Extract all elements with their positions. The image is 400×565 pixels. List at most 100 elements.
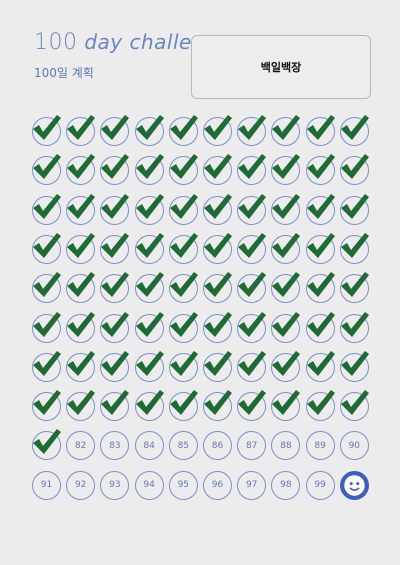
- day-cell-checked[interactable]: [339, 193, 369, 225]
- day-cell-checked[interactable]: [305, 193, 335, 225]
- day-cell-checked[interactable]: [339, 350, 369, 382]
- goal-box[interactable]: 백일백장: [191, 35, 371, 99]
- day-cell-checked[interactable]: [237, 115, 267, 146]
- day-cell-checked[interactable]: [32, 154, 61, 186]
- day-cell[interactable]: 86: [203, 431, 232, 461]
- day-cell-checked[interactable]: [32, 115, 61, 146]
- day-cell-checked[interactable]: [66, 390, 96, 422]
- day-cell[interactable]: 93: [100, 470, 130, 500]
- day-cell-checked[interactable]: [339, 232, 369, 264]
- day-cell-checked[interactable]: [168, 272, 198, 304]
- day-cell-checked[interactable]: [271, 390, 301, 422]
- day-cell-checked[interactable]: [271, 272, 301, 304]
- day-cell[interactable]: 87: [237, 431, 267, 461]
- day-cell-checked[interactable]: [32, 350, 61, 382]
- day-cell-checked[interactable]: [66, 154, 96, 186]
- day-cell-checked[interactable]: [203, 390, 232, 422]
- day-cell-checked[interactable]: [100, 390, 130, 422]
- day-cell-checked[interactable]: [305, 390, 335, 422]
- day-cell-checked[interactable]: [305, 232, 335, 264]
- day-cell-checked[interactable]: [66, 193, 96, 225]
- day-cell[interactable]: 99: [305, 470, 335, 500]
- day-cell-checked[interactable]: [271, 311, 301, 343]
- day-cell-checked[interactable]: [134, 390, 164, 422]
- day-cell-final[interactable]: [339, 470, 369, 500]
- day-cell[interactable]: 96: [203, 470, 232, 500]
- day-cell-checked[interactable]: [134, 232, 164, 264]
- day-cell[interactable]: 83: [100, 431, 130, 461]
- day-cell-checked[interactable]: [237, 272, 267, 304]
- day-cell-checked[interactable]: [32, 232, 61, 264]
- day-cell-checked[interactable]: [168, 311, 198, 343]
- day-cell[interactable]: 97: [237, 470, 267, 500]
- day-cell-checked[interactable]: [203, 350, 232, 382]
- day-cell-checked[interactable]: [134, 193, 164, 225]
- day-cell[interactable]: 88: [271, 431, 301, 461]
- day-cell-checked[interactable]: [134, 350, 164, 382]
- day-cell-checked[interactable]: [168, 350, 198, 382]
- day-cell[interactable]: 89: [305, 431, 335, 461]
- day-cell-checked[interactable]: [203, 154, 232, 186]
- day-cell-checked[interactable]: [305, 154, 335, 186]
- day-cell-checked[interactable]: [339, 272, 369, 304]
- day-cell-checked[interactable]: [237, 390, 267, 422]
- day-cell-checked[interactable]: [271, 115, 301, 146]
- day-cell-checked[interactable]: [66, 350, 96, 382]
- day-cell-checked[interactable]: [32, 272, 61, 304]
- day-cell-checked[interactable]: [339, 154, 369, 186]
- day-cell-checked[interactable]: [134, 115, 164, 146]
- day-cell-checked[interactable]: [168, 154, 198, 186]
- day-cell-checked[interactable]: [168, 115, 198, 146]
- day-cell-checked[interactable]: [100, 272, 130, 304]
- day-cell-checked[interactable]: [237, 154, 267, 186]
- day-cell-checked[interactable]: [203, 115, 232, 146]
- day-cell-checked[interactable]: [134, 154, 164, 186]
- day-cell-checked[interactable]: [237, 350, 267, 382]
- day-cell-checked[interactable]: [168, 390, 198, 422]
- day-cell-checked[interactable]: [271, 350, 301, 382]
- day-cell-checked[interactable]: [100, 193, 130, 225]
- day-cell-checked[interactable]: [66, 311, 96, 343]
- day-cell-checked[interactable]: [271, 232, 301, 264]
- day-cell-checked[interactable]: [305, 115, 335, 146]
- day-cell-checked[interactable]: [32, 429, 61, 461]
- day-cell-checked[interactable]: [168, 232, 198, 264]
- day-cell[interactable]: 85: [168, 431, 198, 461]
- day-cell-checked[interactable]: [339, 311, 369, 343]
- day-cell[interactable]: 91: [32, 470, 61, 500]
- day-cell-checked[interactable]: [134, 311, 164, 343]
- day-cell-checked[interactable]: [203, 311, 232, 343]
- day-cell-checked[interactable]: [203, 232, 232, 264]
- day-cell-checked[interactable]: [271, 193, 301, 225]
- day-cell[interactable]: 92: [66, 470, 96, 500]
- day-cell-checked[interactable]: [100, 232, 130, 264]
- day-cell-checked[interactable]: [100, 311, 130, 343]
- day-cell-checked[interactable]: [203, 193, 232, 225]
- day-cell-checked[interactable]: [100, 350, 130, 382]
- day-cell-checked[interactable]: [271, 154, 301, 186]
- day-cell-checked[interactable]: [305, 350, 335, 382]
- day-cell-checked[interactable]: [237, 232, 267, 264]
- day-cell-checked[interactable]: [66, 115, 96, 146]
- day-cell-checked[interactable]: [32, 193, 61, 225]
- day-cell-checked[interactable]: [100, 154, 130, 186]
- day-cell-checked[interactable]: [339, 390, 369, 422]
- day-cell-checked[interactable]: [32, 311, 61, 343]
- day-cell[interactable]: 84: [134, 431, 164, 461]
- day-cell[interactable]: 95: [168, 470, 198, 500]
- day-cell[interactable]: 82: [66, 431, 96, 461]
- day-cell-checked[interactable]: [66, 232, 96, 264]
- day-cell-checked[interactable]: [305, 272, 335, 304]
- day-cell-checked[interactable]: [168, 193, 198, 225]
- day-cell-checked[interactable]: [237, 193, 267, 225]
- day-cell-checked[interactable]: [134, 272, 164, 304]
- day-cell-checked[interactable]: [305, 311, 335, 343]
- day-cell-checked[interactable]: [66, 272, 96, 304]
- day-cell-checked[interactable]: [100, 115, 130, 146]
- day-cell-checked[interactable]: [32, 390, 61, 422]
- day-cell-checked[interactable]: [237, 311, 267, 343]
- day-cell[interactable]: 98: [271, 470, 301, 500]
- day-cell-checked[interactable]: [339, 115, 369, 146]
- day-cell[interactable]: 94: [134, 470, 164, 500]
- day-cell-checked[interactable]: [203, 272, 232, 304]
